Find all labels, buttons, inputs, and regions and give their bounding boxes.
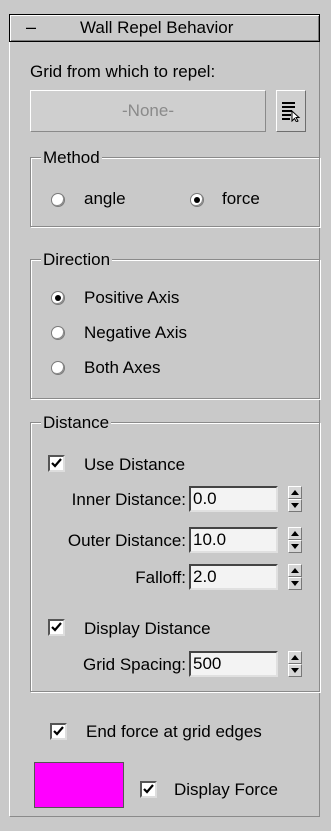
grid-spacing-field[interactable]: 500	[189, 651, 278, 677]
display-force-checkbox[interactable]	[140, 781, 157, 798]
spinner-up-icon[interactable]	[288, 486, 302, 499]
direction-title: Direction	[41, 250, 113, 270]
rollout-title: Wall Repel Behavior	[80, 18, 234, 37]
falloff-spinner[interactable]	[288, 564, 302, 590]
end-force-label: End force at grid edges	[86, 722, 262, 741]
outer-distance-field[interactable]: 10.0	[189, 527, 278, 553]
spinner-up-icon[interactable]	[288, 527, 302, 540]
method-title: Method	[41, 148, 102, 168]
falloff-field[interactable]: 2.0	[189, 564, 278, 590]
spinner-down-icon[interactable]	[288, 577, 302, 590]
display-force-label: Display Force	[174, 780, 278, 799]
pick-list-button[interactable]	[276, 90, 306, 132]
force-color-swatch[interactable]	[34, 762, 124, 808]
spinner-down-icon[interactable]	[288, 540, 302, 553]
inner-distance-field[interactable]: 0.0	[189, 486, 278, 512]
radio-positive-axis[interactable]	[51, 291, 65, 305]
end-force-checkbox[interactable]	[50, 723, 67, 740]
display-distance-checkbox[interactable]	[48, 619, 65, 636]
use-distance-label: Use Distance	[84, 455, 186, 474]
use-distance-checkbox[interactable]	[48, 455, 65, 472]
outer-distance-spinner[interactable]	[288, 527, 302, 553]
radio-angle[interactable]	[51, 193, 65, 207]
distance-title: Distance	[41, 413, 112, 433]
radio-both-axes[interactable]	[51, 361, 65, 375]
radio-force[interactable]	[190, 193, 204, 207]
collapse-toggle[interactable]: –	[26, 17, 36, 38]
checkmark-icon	[53, 726, 64, 736]
checkmark-icon	[143, 784, 154, 794]
pick-list-icon	[282, 102, 301, 122]
radio-force-label: force	[222, 189, 260, 208]
spinner-up-icon[interactable]	[288, 651, 302, 664]
grid-label: Grid from which to repel:	[30, 62, 216, 81]
checkmark-icon	[51, 622, 62, 632]
radio-angle-label: angle	[84, 189, 126, 208]
falloff-label: Falloff:	[135, 568, 186, 587]
spinner-down-icon[interactable]	[288, 664, 302, 677]
radio-negative-axis-label: Negative Axis	[84, 323, 187, 342]
grid-none-button[interactable]: -None-	[30, 90, 266, 132]
display-distance-label: Display Distance	[84, 619, 211, 638]
spinner-up-icon[interactable]	[288, 564, 302, 577]
radio-both-axes-label: Both Axes	[84, 358, 161, 377]
checkmark-icon	[51, 458, 62, 468]
radio-positive-axis-label: Positive Axis	[84, 288, 180, 307]
spinner-down-icon[interactable]	[288, 499, 302, 512]
inner-distance-label: Inner Distance:	[71, 490, 186, 509]
grid-spacing-spinner[interactable]	[288, 651, 302, 677]
radio-negative-axis[interactable]	[51, 326, 65, 340]
outer-distance-label: Outer Distance:	[67, 531, 186, 550]
grid-spacing-label: Grid Spacing:	[83, 655, 186, 674]
inner-distance-spinner[interactable]	[288, 486, 302, 512]
